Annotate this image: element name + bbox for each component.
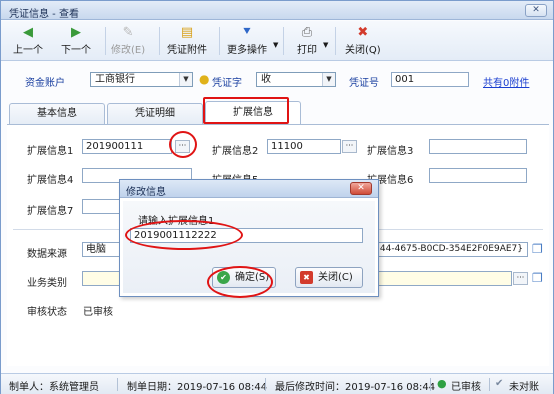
data-source-value: 电脑 (86, 244, 106, 255)
window-close-button[interactable]: ✕ (525, 4, 547, 17)
voucher-window: 凭证信息 - 查看 ✕ ◀ 上一个 ▶ 下一个 ✎ 修改(E) ▤ 凭证附件 ⯆… (0, 0, 554, 394)
modified-text: 最后修改时间：2019-07-16 08:44 (275, 382, 436, 393)
chevron-down-icon[interactable]: ▼ (322, 73, 335, 86)
copy-icon[interactable]: ❐ (532, 242, 543, 256)
edit-label: 修改(E) (111, 45, 146, 56)
print-dropdown-icon[interactable]: ▼ (323, 41, 328, 49)
biz-type-ellipsis-button[interactable]: ··· (513, 272, 528, 285)
ext6-field[interactable] (429, 168, 527, 183)
next-button[interactable]: ▶ 下一个 (61, 24, 91, 56)
cancel-button[interactable]: ✖ 关闭(C) (295, 267, 363, 288)
account-select[interactable]: 工商银行 ▼ (90, 72, 193, 87)
attachments-link[interactable]: 共有0附件 (483, 74, 529, 89)
voucher-type-select[interactable]: 收 ▼ (256, 72, 336, 87)
tab-basic-info[interactable]: 基本信息 (9, 103, 105, 124)
highlight-box (203, 97, 289, 124)
toolbar: ◀ 上一个 ▶ 下一个 ✎ 修改(E) ▤ 凭证附件 ⯆ 更多操作 ▼ ⎙ 打印… (1, 21, 553, 61)
copy-icon[interactable]: ❐ (532, 271, 543, 285)
ext3-label: 扩展信息3 (367, 146, 414, 157)
close-icon: ✖ (357, 25, 369, 40)
reconciled-text: 未对账 (509, 382, 539, 393)
ext7-label: 扩展信息7 (27, 206, 74, 217)
creator-text: 制单人：系统管理员 (9, 382, 99, 393)
left-arrow-icon: ◀ (23, 25, 33, 40)
dialog-close-button[interactable]: ✕ (350, 182, 372, 195)
status-divider (489, 378, 490, 391)
audit-value: 已审核 (83, 307, 113, 318)
data-source-label: 数据来源 (27, 249, 67, 260)
right-arrow-icon: ▶ (71, 25, 81, 40)
account-value: 工商银行 (95, 74, 135, 85)
ext3-field[interactable] (429, 139, 527, 154)
ext1-label: 扩展信息1 (27, 146, 74, 157)
lightbulb-icon: ● (199, 72, 210, 86)
ext2-label: 扩展信息2 (212, 146, 259, 157)
prev-button[interactable]: ◀ 上一个 (13, 24, 43, 56)
more-dropdown-icon[interactable]: ▼ (273, 41, 278, 49)
more-label: 更多操作 (227, 45, 267, 56)
highlight-ring (125, 220, 243, 250)
voucher-type-label: 凭证字 (212, 78, 242, 89)
status-bar: 制单人：系统管理员 制单日期：2019-07-16 08:44 最后修改时间：2… (1, 373, 553, 394)
next-label: 下一个 (61, 45, 91, 56)
tab-voucher-detail[interactable]: 凭证明细 (107, 103, 203, 124)
biz-type-label: 业务类别 (27, 278, 67, 289)
ext1-field[interactable]: 201900111 (82, 139, 172, 154)
attachment-icon: ▤ (180, 25, 194, 40)
data-source-guid: 44-4675-B0CD-354E2F0E9AE7} (379, 244, 523, 254)
dialog-title-bar: 修改信息 ✕ (120, 180, 378, 198)
toolbar-separator (159, 27, 160, 55)
title-bar: 凭证信息 - 查看 ✕ (1, 1, 553, 20)
toolbar-separator (335, 27, 336, 55)
status-divider (117, 378, 118, 391)
account-label: 资金账户 (25, 78, 65, 89)
audit-label: 审核状态 (27, 307, 67, 318)
close-icon: ✖ (300, 271, 313, 284)
highlight-ring (169, 131, 197, 158)
toolbar-separator (105, 27, 106, 55)
dialog-title: 修改信息 (126, 187, 166, 198)
attach-button[interactable]: ▤ 凭证附件 (167, 24, 207, 56)
reconcile-icon: ✔ (495, 378, 504, 389)
voucher-no-field[interactable]: 001 (391, 72, 469, 87)
close-button[interactable]: ✖ 关闭(Q) (345, 24, 381, 56)
audited-icon: ● (437, 377, 447, 390)
chevron-down-icon[interactable]: ▼ (179, 73, 192, 86)
attach-label: 凭证附件 (167, 45, 207, 56)
close-label: 关闭(Q) (345, 45, 381, 56)
edit-icon: ✎ (122, 25, 134, 40)
print-button[interactable]: ⎙ 打印 (297, 24, 317, 56)
ext2-ellipsis-button[interactable]: ··· (342, 140, 357, 153)
more-button[interactable]: ⯆ 更多操作 (227, 24, 267, 56)
cancel-label: 关闭(C) (318, 272, 353, 283)
printer-icon: ⎙ (301, 25, 313, 40)
ext2-field[interactable]: 11100 (267, 139, 341, 154)
status-divider (265, 378, 266, 391)
window-title: 凭证信息 - 查看 (9, 9, 79, 20)
print-label: 打印 (297, 45, 317, 56)
voucher-no-label: 凭证号 (349, 78, 379, 89)
edit-button[interactable]: ✎ 修改(E) (111, 24, 145, 56)
status-divider (430, 378, 431, 391)
prev-label: 上一个 (13, 45, 43, 56)
more-icon: ⯆ (241, 25, 253, 40)
highlight-ring (207, 266, 273, 298)
ext4-label: 扩展信息4 (27, 175, 74, 186)
audited-text: 已审核 (451, 382, 481, 393)
create-date-text: 制单日期：2019-07-16 08:44 (127, 382, 268, 393)
toolbar-separator (219, 27, 220, 55)
voucher-type-value: 收 (261, 74, 271, 85)
toolbar-separator (283, 27, 284, 55)
